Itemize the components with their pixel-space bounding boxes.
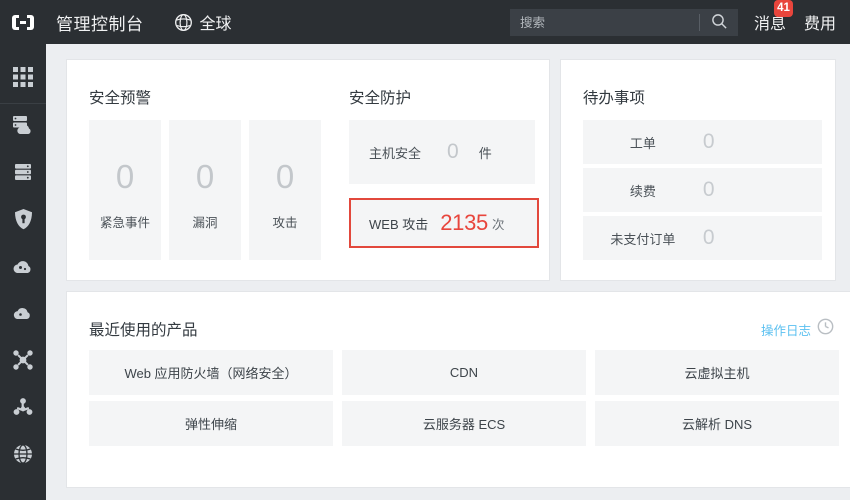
console-title: 管理控制台 bbox=[56, 14, 144, 34]
alert-label: 紧急事件 bbox=[99, 215, 150, 230]
region-label: 全球 bbox=[199, 16, 232, 33]
product-tile-waf[interactable]: Web 应用防火墙（网络安全） bbox=[89, 350, 333, 395]
cloud-icon bbox=[11, 256, 35, 281]
todo-row-unpaid-orders[interactable]: 未支付订单 0 bbox=[582, 216, 822, 260]
network-cross-icon bbox=[12, 349, 34, 376]
todo-label: 未支付订单 bbox=[610, 231, 676, 247]
todo-row-tickets[interactable]: 工单 0 bbox=[582, 120, 822, 164]
host-security-row[interactable]: 主机安全 0 件 bbox=[349, 120, 535, 184]
sidebar-item-apps[interactable] bbox=[0, 56, 46, 103]
apps-grid-icon bbox=[12, 66, 34, 93]
todo-title: 待办事项 bbox=[582, 90, 645, 107]
logo-bracket-icon bbox=[12, 14, 34, 30]
product-tiles-grid: Web 应用防火墙（网络安全） CDN 云虚拟主机 弹性伸缩 云服务器 ECS … bbox=[89, 350, 839, 446]
messages-label: 消息 bbox=[754, 16, 787, 33]
security-protection-group: 主机安全 0 件 WEB 攻击 2135 次 bbox=[349, 120, 539, 248]
globe-icon bbox=[174, 13, 193, 32]
alert-value: 0 bbox=[195, 157, 215, 195]
search-box[interactable] bbox=[510, 9, 738, 36]
alert-tile-emergency[interactable]: 0 紧急事件 bbox=[89, 120, 161, 260]
search-icon bbox=[711, 13, 728, 33]
sidebar-item-ecs[interactable] bbox=[0, 104, 46, 151]
sidebar-item-analytics[interactable] bbox=[0, 386, 46, 433]
todo-row-renewal[interactable]: 续费 0 bbox=[582, 168, 822, 212]
todo-list: 工单 0 续费 0 未支付订单 0 bbox=[582, 120, 822, 264]
alert-value: 0 bbox=[115, 157, 135, 195]
alert-tile-attack[interactable]: 0 攻击 bbox=[249, 120, 321, 260]
security-protection-title: 安全防护 bbox=[349, 90, 412, 107]
main-content: 安全预警 0 紧急事件 0 漏洞 0 攻击 安全防护 主机安全 0 件 WEB … bbox=[46, 44, 850, 500]
product-tile-ecs[interactable]: 云服务器 ECS bbox=[342, 401, 586, 446]
sidebar-item-cdn[interactable] bbox=[0, 292, 46, 339]
top-cards-row: 安全预警 0 紧急事件 0 漏洞 0 攻击 安全防护 主机安全 0 件 WEB … bbox=[66, 59, 836, 281]
host-security-unit: 件 bbox=[478, 145, 492, 161]
sidebar-item-cloud-storage[interactable] bbox=[0, 245, 46, 292]
messages-badge: 41 bbox=[774, 0, 793, 17]
search-button[interactable] bbox=[700, 9, 738, 36]
sidebar-item-security[interactable] bbox=[0, 198, 46, 245]
top-header: 管理控制台 全球 消息 41 bbox=[0, 0, 850, 44]
messages-item[interactable]: 消息 41 bbox=[752, 0, 793, 34]
sidebar-item-database[interactable] bbox=[0, 151, 46, 198]
product-tile-cloud-vhost[interactable]: 云虚拟主机 bbox=[595, 350, 839, 395]
web-attack-unit: 次 bbox=[491, 217, 505, 232]
todo-value: 0 bbox=[702, 178, 715, 201]
security-alert-title: 安全预警 bbox=[89, 90, 152, 107]
security-card: 安全预警 0 紧急事件 0 漏洞 0 攻击 安全防护 主机安全 0 件 WEB … bbox=[66, 59, 550, 281]
globe-icon bbox=[12, 443, 34, 470]
todo-label: 续费 bbox=[629, 183, 656, 199]
alert-value: 0 bbox=[275, 157, 295, 195]
host-security-value: 0 bbox=[447, 140, 459, 163]
product-tile-dns[interactable]: 云解析 DNS bbox=[595, 401, 839, 446]
web-attack-row[interactable]: WEB 攻击 2135 次 bbox=[349, 198, 539, 248]
todo-card: 待办事项 工单 0 续费 0 未支付订单 0 bbox=[559, 59, 836, 281]
recent-products-title: 最近使用的产品 bbox=[89, 322, 198, 339]
left-sidebar bbox=[0, 44, 46, 500]
operation-log-label: 操作日志 bbox=[760, 323, 811, 338]
product-tile-autoscaling[interactable]: 弹性伸缩 bbox=[89, 401, 333, 446]
security-alert-tiles: 0 紧急事件 0 漏洞 0 攻击 bbox=[89, 120, 321, 260]
host-security-label: 主机安全 bbox=[369, 145, 422, 161]
shield-icon bbox=[13, 208, 34, 235]
cloud-shape-icon bbox=[12, 304, 35, 327]
server-cloud-icon bbox=[11, 114, 35, 141]
clock-icon bbox=[817, 318, 834, 340]
search-input[interactable] bbox=[510, 9, 699, 36]
todo-label: 工单 bbox=[629, 135, 656, 151]
sidebar-top-pad bbox=[0, 44, 46, 56]
sidebar-item-network[interactable] bbox=[0, 339, 46, 386]
web-attack-value: 2135 bbox=[440, 210, 488, 235]
billing-item[interactable]: 费用 bbox=[802, 10, 838, 34]
recent-products-card: 最近使用的产品 操作日志 Web 应用防火墙（网络安全） CDN 云虚拟主机 弹… bbox=[66, 291, 850, 488]
web-attack-label: WEB 攻击 bbox=[369, 216, 429, 232]
operation-log-link[interactable]: 操作日志 bbox=[761, 318, 834, 340]
console-logo[interactable] bbox=[0, 0, 46, 44]
alert-tile-vulnerability[interactable]: 0 漏洞 bbox=[169, 120, 241, 260]
sidebar-item-domains[interactable] bbox=[0, 433, 46, 480]
alert-label: 漏洞 bbox=[192, 215, 218, 230]
header-right-group: 消息 41 费用 bbox=[752, 0, 838, 44]
database-icon bbox=[12, 162, 34, 187]
todo-value: 0 bbox=[702, 130, 715, 153]
alert-label: 攻击 bbox=[272, 215, 298, 230]
todo-value: 0 bbox=[702, 226, 715, 249]
region-selector[interactable]: 全球 bbox=[174, 10, 232, 34]
product-tile-cdn[interactable]: CDN bbox=[342, 350, 586, 395]
molecule-icon bbox=[12, 397, 34, 422]
